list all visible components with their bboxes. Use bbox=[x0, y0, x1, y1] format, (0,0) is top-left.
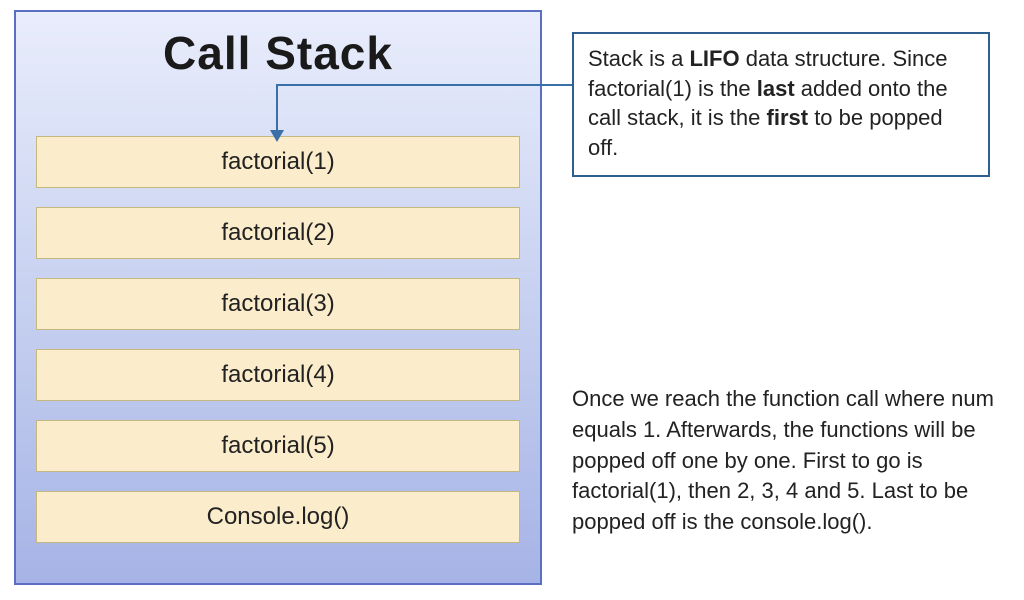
stack-frame: factorial(4) bbox=[36, 349, 520, 401]
explanation-text: Once we reach the function call where nu… bbox=[572, 384, 1002, 538]
note-text: Stack is a bbox=[588, 46, 689, 71]
stack-frame: factorial(5) bbox=[36, 420, 520, 472]
stack-frame: factorial(2) bbox=[36, 207, 520, 259]
call-stack-panel: Call Stack factorial(1) factorial(2) fac… bbox=[14, 10, 542, 585]
lifo-note: Stack is a LIFO data structure. Since fa… bbox=[572, 32, 990, 177]
note-bold-lifo: LIFO bbox=[689, 46, 739, 71]
stack-frame: Console.log() bbox=[36, 491, 520, 543]
arrow-down-icon bbox=[270, 130, 284, 142]
note-bold-last: last bbox=[757, 76, 795, 101]
stack-frame: factorial(3) bbox=[36, 278, 520, 330]
note-bold-first: first bbox=[767, 105, 809, 130]
stack-frame: factorial(1) bbox=[36, 136, 520, 188]
stack-frames: factorial(1) factorial(2) factorial(3) f… bbox=[16, 88, 540, 563]
call-stack-title: Call Stack bbox=[16, 26, 540, 80]
